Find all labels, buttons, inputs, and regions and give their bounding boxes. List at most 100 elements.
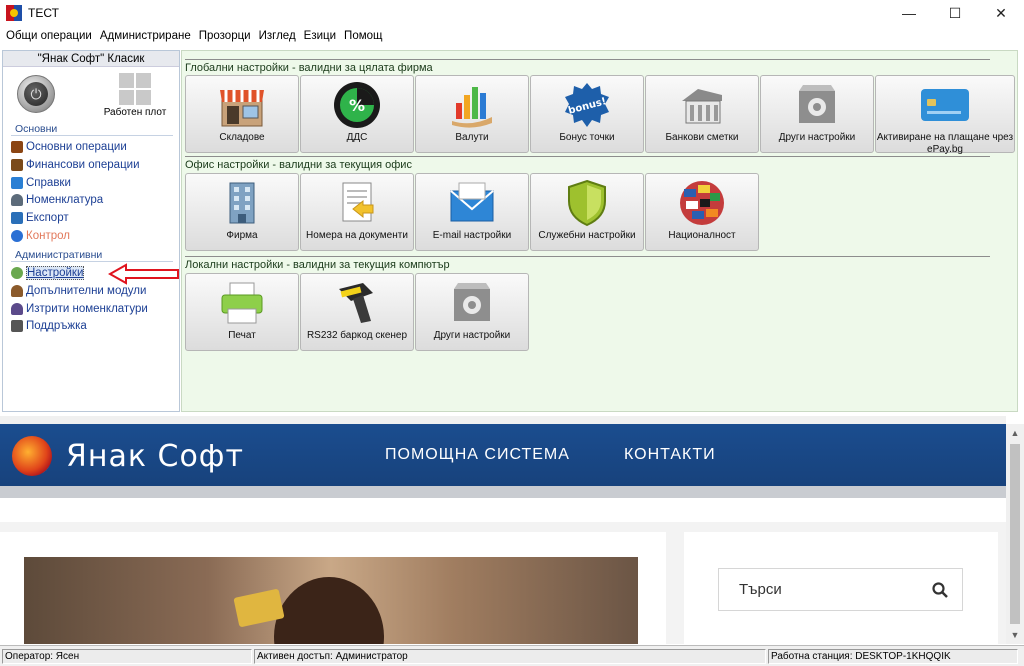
menu-general-operations[interactable]: Общи операции [3, 30, 95, 42]
percent-icon: % [330, 80, 384, 130]
status-station: Работна станция: DESKTOP-1KHQQIK [768, 648, 1018, 664]
brand-logo-icon [12, 436, 52, 476]
left-navigation-panel: "Янак Софт" Класик ⏻ Работен плот Основн… [2, 50, 180, 412]
sidebar-item-reports[interactable]: Справки [11, 174, 71, 191]
scroll-down-icon[interactable]: ▼ [1006, 626, 1024, 644]
group-divider [185, 156, 990, 157]
close-button[interactable]: ✕ [978, 0, 1024, 26]
person-icon [11, 193, 23, 206]
tile-bank-accounts[interactable]: Банкови сметки [645, 75, 759, 153]
sidebar-item-label: Поддръжка [26, 319, 87, 332]
scroll-thumb[interactable] [1010, 444, 1020, 624]
menu-windows[interactable]: Прозорци [196, 30, 254, 42]
sidebar-item-nomenclature[interactable]: Номенклатура [11, 191, 103, 208]
tile-label: Други настройки [778, 132, 856, 143]
tile-label: E-mail настройки [432, 230, 512, 241]
menu-languages[interactable]: Езици [301, 30, 339, 42]
sidebar-item-export[interactable]: Експорт [11, 209, 69, 226]
annotation-arrow-left [108, 263, 179, 285]
document-icon [330, 178, 384, 228]
desktop-label: Работен плот [103, 107, 167, 118]
tile-local-other-settings[interactable]: Други настройки [415, 273, 529, 351]
menu-administration[interactable]: Администриране [97, 30, 194, 42]
group-global-title: Глобални настройки - валидни за цялата ф… [185, 62, 433, 74]
tile-epay-activation[interactable]: Активиране на плащане чрез ePay.bg [875, 75, 1015, 155]
sidebar-item-label: Изтрити номенклатури [26, 302, 148, 315]
brand-logo-link[interactable]: Янак Софт [12, 436, 244, 476]
group-divider [185, 256, 990, 257]
windows-logo-icon [119, 73, 151, 105]
shield-icon [560, 178, 614, 228]
maximize-button[interactable]: ☐ [932, 0, 978, 26]
tile-email-settings[interactable]: E-mail настройки [415, 173, 529, 251]
menu-help[interactable]: Помощ [341, 30, 385, 42]
tile-label: Активиране на плащане чрез ePay.bg [876, 132, 1014, 155]
sidebar-item-deleted-nomenclatures[interactable]: Изтрити номенклатури [11, 300, 148, 317]
vertical-scrollbar[interactable]: ▲ ▼ [1006, 424, 1024, 644]
tile-bonus-points[interactable]: bonus! Бонус точки [530, 75, 644, 153]
svg-text:%: % [349, 96, 365, 115]
menu-view[interactable]: Изглед [256, 30, 299, 42]
building-icon [215, 178, 269, 228]
tile-other-settings[interactable]: Други настройки [760, 75, 874, 153]
tile-barcode-scanner[interactable]: RS232 баркод скенер [300, 273, 414, 351]
sidebar-item-settings[interactable]: Настройки [11, 264, 85, 281]
group-office-title: Офис настройки - валидни за текущия офис [185, 159, 412, 171]
tile-document-numbers[interactable]: Номера на документи [300, 173, 414, 251]
sidebar-item-label: Справки [26, 176, 71, 189]
person-delete-icon [11, 302, 23, 315]
section-main-divider [11, 135, 173, 136]
tile-label: Други настройки [433, 330, 511, 341]
tile-nationality[interactable]: Националност [645, 173, 759, 251]
tile-company[interactable]: Фирма [185, 173, 299, 251]
tile-label: Служебни настройки [538, 230, 636, 241]
scroll-up-icon[interactable]: ▲ [1006, 424, 1024, 442]
bonus-badge-icon: bonus! [560, 80, 614, 130]
sidebar-item-label: Номенклатура [26, 193, 104, 206]
group-local-title: Локални настройки - валидни за текущия к… [185, 259, 450, 271]
bank-icon [675, 80, 729, 130]
window-title: ТЕСТ [28, 6, 59, 20]
settings-box-icon [790, 80, 844, 130]
money-icon [11, 158, 23, 171]
web-top-strip [0, 416, 1006, 424]
status-operator: Оператор: Ясен [2, 648, 252, 664]
tile-printing[interactable]: Печат [185, 273, 299, 351]
tile-label: Номера на документи [306, 230, 408, 241]
power-icon: ⏻ [24, 82, 48, 106]
store-icon [215, 80, 269, 130]
tile-currencies[interactable]: Валути [415, 75, 529, 153]
book-icon [11, 140, 23, 153]
nav-contacts[interactable]: КОНТАКТИ [624, 446, 716, 464]
sidebar-item-control[interactable]: Контрол [11, 227, 70, 244]
search-placeholder: Търси [739, 581, 782, 598]
sidebar-item-support[interactable]: Поддръжка [11, 317, 87, 334]
status-access: Активен достъп: Администратор [254, 648, 766, 664]
website-header: Янак Софт ПОМОЩНА СИСТЕМА КОНТАКТИ [0, 424, 1006, 486]
tile-service-settings[interactable]: Служебни настройки [530, 173, 644, 251]
sidebar-item-financial-operations[interactable]: Финансови операции [11, 156, 140, 173]
title-bar: ТЕСТ — ☐ ✕ [0, 0, 1024, 26]
tile-label: RS232 баркод скенер [306, 330, 408, 341]
sidebar-item-label: Допълнителни модули [26, 284, 147, 297]
tools-icon [11, 319, 23, 332]
minimize-button[interactable]: — [886, 0, 932, 26]
nav-help-system[interactable]: ПОМОЩНА СИСТЕМА [385, 446, 570, 464]
power-button[interactable]: ⏻ [17, 75, 55, 113]
gear-icon [11, 266, 23, 279]
app-logo-icon [6, 5, 22, 21]
desktop-button[interactable]: Работен плот [103, 71, 167, 121]
printer-icon [215, 278, 269, 328]
sidebar-item-main-operations[interactable]: Основни операции [11, 138, 127, 155]
info-icon [11, 229, 23, 242]
sidebar-item-label: Финансови операции [26, 158, 140, 171]
menu-bar: Общи операции Администриране Прозорци Из… [0, 26, 1024, 46]
tile-warehouses[interactable]: Складове [185, 75, 299, 153]
tile-label: Националност [668, 230, 736, 241]
search-icon[interactable] [926, 581, 954, 598]
search-input[interactable]: Търси [718, 568, 963, 611]
tile-vat[interactable]: % ДДС [300, 75, 414, 153]
card-icon [918, 80, 972, 130]
export-icon [11, 211, 23, 224]
sidebar-item-label: Настройки [26, 265, 85, 280]
